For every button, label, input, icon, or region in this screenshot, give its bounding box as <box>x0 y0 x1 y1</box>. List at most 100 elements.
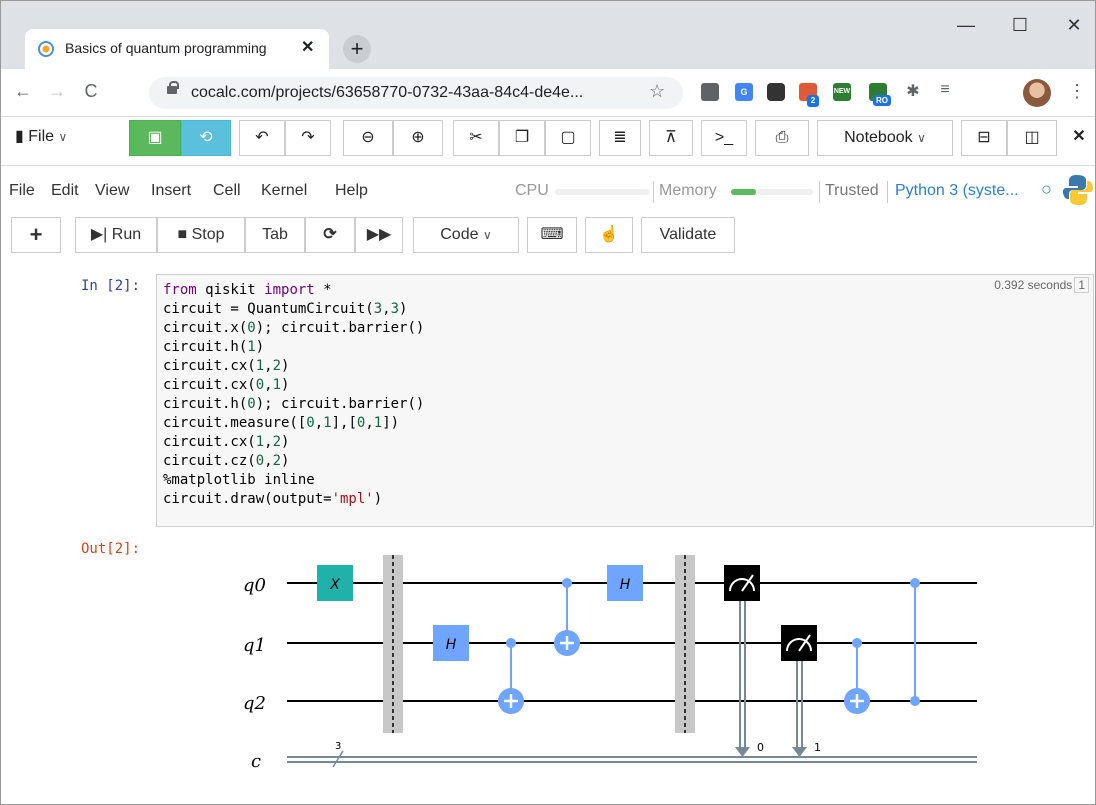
reload-icon[interactable]: C <box>79 81 103 102</box>
kernel-idle-icon: ○ <box>1041 179 1052 199</box>
code-editor[interactable]: 0.392 seconds 1 from qiskit import * circ… <box>156 274 1094 527</box>
menu-edit[interactable]: Edit <box>51 182 79 200</box>
zoom-out-button[interactable]: ⊖ <box>343 120 393 156</box>
paste-button[interactable]: ▢ <box>545 120 591 156</box>
menu-help[interactable]: Help <box>335 182 368 200</box>
measure-0-arrow <box>735 747 750 757</box>
stop-button[interactable]: ■ Stop <box>157 217 245 253</box>
maximize-button[interactable]: ☐ <box>997 15 1043 36</box>
profile-avatar[interactable] <box>1023 79 1051 107</box>
close-window-button[interactable]: ✕ <box>1051 15 1095 36</box>
notebook-view-label: Notebook <box>844 129 913 146</box>
tab-button[interactable]: Tab <box>245 217 305 253</box>
print-button[interactable]: ⎙ <box>755 120 809 156</box>
divider <box>653 181 654 203</box>
barrier-2 <box>675 555 695 733</box>
notebook-view-dropdown[interactable]: Notebook ∨ <box>817 120 953 156</box>
file-menu-button[interactable]: ▮ File ∨ <box>5 120 121 156</box>
redo-button[interactable]: ↷ <box>285 120 331 156</box>
divider <box>887 181 888 203</box>
restart-button[interactable]: ⟳ <box>305 217 355 253</box>
run-button[interactable]: ▶| Run <box>75 217 157 253</box>
tab-strip: Basics of quantum programming ✕ + — ☐ ✕ <box>1 1 1095 69</box>
structure-button[interactable]: ⊼ <box>649 120 693 156</box>
terminal-button[interactable]: >_ <box>701 120 747 156</box>
menu-view[interactable]: View <box>95 182 129 200</box>
close-icon: ✕ <box>1072 128 1086 145</box>
divider <box>819 181 820 203</box>
url-text: cocalc.com/projects/63658770-0732-43aa-8… <box>191 84 584 101</box>
cell-toolbar: + ▶| Run ■ Stop Tab ⟳ ▶▶ Code ∨ ⌨ ☝ Vali… <box>1 213 1095 261</box>
extension-icon[interactable] <box>701 83 719 101</box>
menu-insert[interactable]: Insert <box>151 182 191 200</box>
undo-button[interactable]: ↶ <box>239 120 285 156</box>
browser-tab[interactable]: Basics of quantum programming ✕ <box>25 29 329 69</box>
h-gate-q1-label: H <box>446 637 457 653</box>
close-frame-button[interactable]: ✕ <box>1061 120 1095 156</box>
stop-icon: ■ <box>177 226 188 243</box>
code-text: from qiskit import * circuit = QuantumCi… <box>163 282 425 507</box>
new-tab-button[interactable]: + <box>343 35 371 63</box>
save-button[interactable]: ▣ <box>129 120 181 156</box>
hand-button[interactable]: ☝ <box>585 217 633 253</box>
memory-meter <box>731 189 813 195</box>
output-prompt: Out[2]: <box>81 541 141 557</box>
minimize-button[interactable]: — <box>943 15 989 36</box>
box-extension-icon[interactable] <box>767 83 785 101</box>
validate-button[interactable]: Validate <box>641 217 735 253</box>
keyboard-icon: ⌨ <box>540 226 564 243</box>
omnibox[interactable]: cocalc.com/projects/63658770-0732-43aa-8… <box>149 77 683 109</box>
format-button[interactable]: ≣ <box>599 120 641 156</box>
bookmark-star-icon[interactable]: ☆ <box>649 81 665 102</box>
history-icon: ⟲ <box>199 129 213 146</box>
run-all-button[interactable]: ▶▶ <box>355 217 403 253</box>
q0-label: q0 <box>243 575 266 596</box>
cx-1-2-control <box>506 638 516 648</box>
kernel-name[interactable]: Python 3 (syste... <box>895 182 1019 200</box>
timing-text: 0.392 seconds <box>994 278 1073 292</box>
cx-0-1-control <box>562 578 572 588</box>
tab-close-icon[interactable]: ✕ <box>301 37 314 57</box>
puzzle-extensions-icon[interactable]: ✱ <box>901 81 925 101</box>
insert-cell-button[interactable]: + <box>11 217 61 253</box>
run-icon: ▶| <box>90 226 108 243</box>
c-width-slash <box>332 750 344 768</box>
menu-kernel[interactable]: Kernel <box>261 182 307 200</box>
q2-label: q2 <box>243 693 266 714</box>
tab-title: Basics of quantum programming <box>65 40 267 56</box>
split-vertical-button[interactable]: ◫ <box>1007 120 1057 156</box>
scissors-icon: ✂ <box>469 129 483 146</box>
split-horizontal-button[interactable]: ⊟ <box>961 120 1007 156</box>
reading-list-icon[interactable]: ≡ <box>933 81 957 99</box>
tab-label: Tab <box>262 226 288 243</box>
file-icon: ▮ <box>15 128 24 145</box>
chevron-down-icon: ∨ <box>482 228 492 242</box>
menu-file[interactable]: File <box>9 182 35 200</box>
translate-icon[interactable]: G <box>735 83 753 101</box>
memory-label: Memory <box>659 182 717 199</box>
time-travel-button[interactable]: ⟲ <box>181 120 231 156</box>
lock-icon <box>167 81 179 94</box>
new-extension-icon[interactable]: NEW <box>833 83 851 101</box>
terminal-icon: >_ <box>714 129 734 146</box>
browser-menu-icon[interactable]: ⋮ <box>1065 81 1089 102</box>
cz-0-2-dot-q0 <box>910 578 920 588</box>
forward-icon[interactable]: → <box>45 81 69 102</box>
plus-icon: + <box>29 222 43 247</box>
cell-type-dropdown[interactable]: Code ∨ <box>413 217 519 253</box>
memory-meter-fill <box>731 189 756 195</box>
browser-window: Basics of quantum programming ✕ + — ☐ ✕ … <box>0 0 1096 805</box>
keyboard-button[interactable]: ⌨ <box>527 217 577 253</box>
address-bar-row: ← → C cocalc.com/projects/63658770-0732-… <box>1 69 1095 117</box>
barrier-1 <box>383 555 403 733</box>
zoom-out-icon: ⊖ <box>361 129 375 146</box>
copy-button[interactable]: ❐ <box>499 120 545 156</box>
zoom-in-button[interactable]: ⊕ <box>393 120 443 156</box>
sitemap-icon: ⊼ <box>665 129 677 146</box>
chevron-down-icon: ∨ <box>917 131 926 145</box>
trusted-label[interactable]: Trusted <box>825 182 879 200</box>
jupyter-menu-bar: File Edit View Insert Cell Kernel Help C… <box>1 169 1095 213</box>
cut-button[interactable]: ✂ <box>453 120 499 156</box>
back-icon[interactable]: ← <box>11 81 35 102</box>
menu-cell[interactable]: Cell <box>213 182 241 200</box>
